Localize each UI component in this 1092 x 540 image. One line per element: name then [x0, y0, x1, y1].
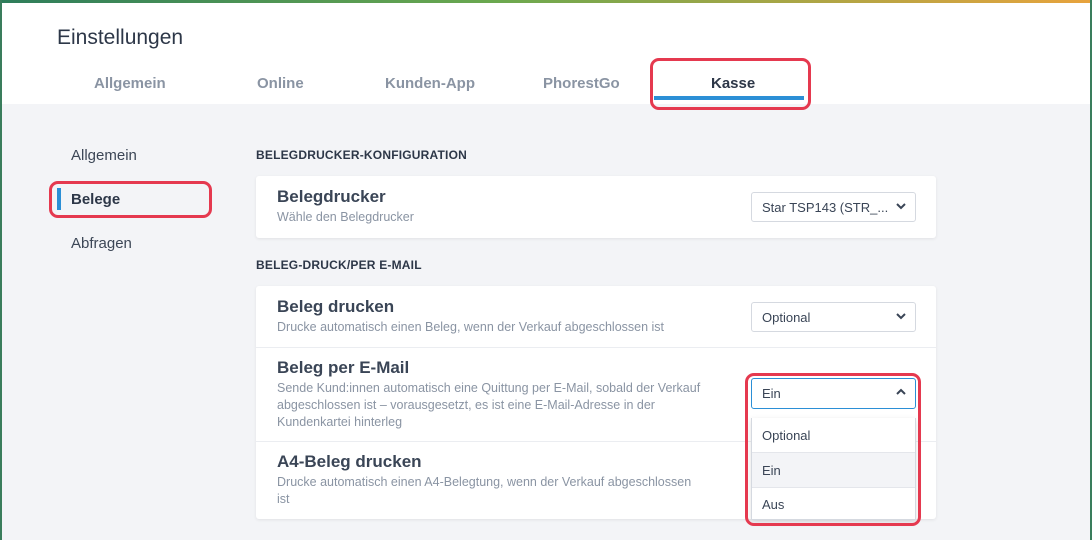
- row-divider: [256, 347, 936, 348]
- row-title-beleg-per-email: Beleg per E-Mail: [277, 358, 410, 377]
- beleg-drucken-select[interactable]: Optional: [751, 302, 916, 332]
- tab-online[interactable]: Online: [257, 75, 304, 92]
- tab-allgemein[interactable]: Allgemein: [94, 75, 166, 92]
- section-title-printer-config: BELEGDRUCKER-KONFIGURATION: [256, 148, 467, 162]
- row-desc-beleg-per-email-line2: abgeschlossen ist – vorausgesetzt, es is…: [277, 398, 655, 412]
- row-desc-belegdrucker: Wähle den Belegdrucker: [277, 210, 414, 224]
- section-title-print-email: BELEG-DRUCK/PER E-MAIL: [256, 258, 422, 272]
- row-title-beleg-drucken: Beleg drucken: [277, 297, 395, 316]
- settings-header: Einstellungen Allgemein Online Kunden-Ap…: [2, 3, 1090, 104]
- row-desc-beleg-per-email-line3: Kundenkartei hinterleg: [277, 415, 403, 429]
- row-desc-beleg-drucken: Drucke automatisch einen Beleg, wenn der…: [277, 320, 665, 334]
- row-desc-beleg-per-email-line1: Sende Kund:innen automatisch eine Quittu…: [277, 381, 701, 395]
- tab-phorestgo[interactable]: PhorestGo: [543, 75, 620, 92]
- page-title: Einstellungen: [57, 26, 184, 49]
- row-title-a4-beleg: A4-Beleg drucken: [277, 452, 422, 471]
- sidebar-item-abfragen[interactable]: Abfragen: [71, 235, 132, 252]
- row-desc-a4-beleg-line1: Drucke automatisch einen A4-Belegtung, w…: [277, 475, 692, 489]
- highlight-sidebar-belege: [49, 181, 212, 218]
- beleg-drucken-select-value: Optional: [762, 310, 811, 325]
- chevron-down-icon: [896, 198, 906, 217]
- highlight-email-dropdown: [745, 373, 921, 526]
- printer-card: Belegdrucker Wähle den Belegdrucker Star…: [256, 176, 936, 238]
- printer-select[interactable]: Star TSP143 (STR_...: [751, 192, 916, 222]
- tab-kunden-app[interactable]: Kunden-App: [385, 75, 475, 92]
- row-title-belegdrucker: Belegdrucker: [277, 187, 386, 206]
- sidebar-item-allgemein[interactable]: Allgemein: [71, 147, 137, 164]
- row-desc-a4-beleg-line2: ist: [277, 492, 290, 506]
- highlight-tab-kasse: [650, 58, 811, 110]
- chevron-down-icon: [896, 308, 906, 327]
- printer-select-value: Star TSP143 (STR_...: [762, 200, 889, 215]
